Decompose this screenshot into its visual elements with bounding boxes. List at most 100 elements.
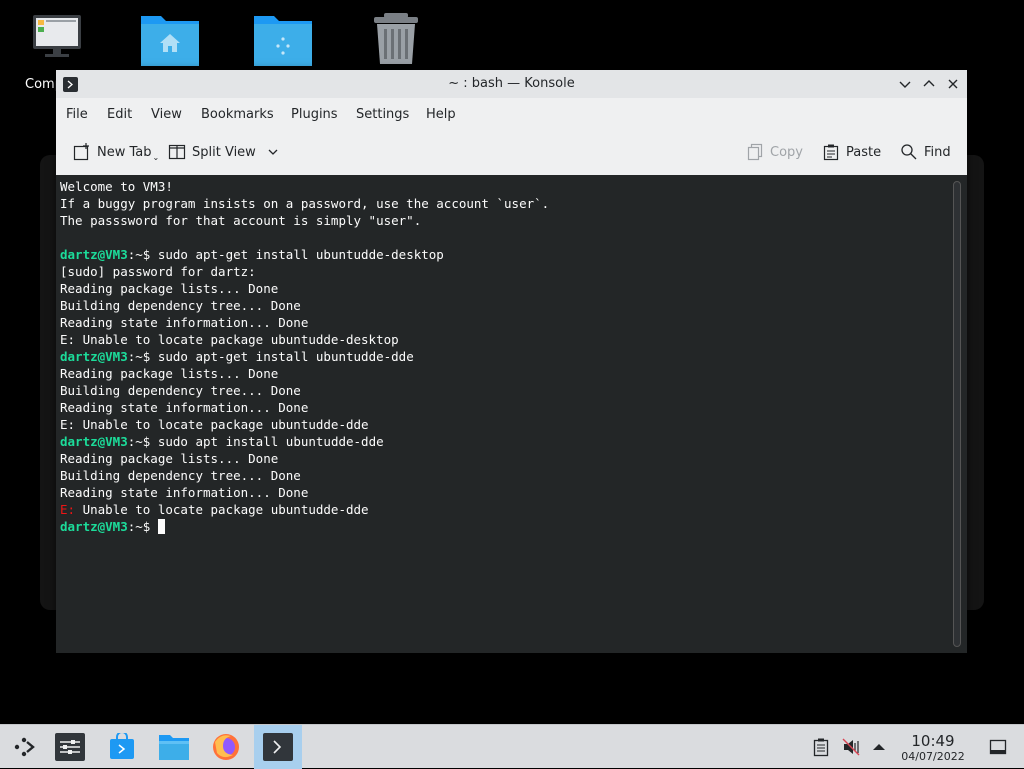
chevron-up-icon <box>923 80 935 87</box>
dropdown-indicator-icon: ⌄ <box>152 152 160 162</box>
terminal-output-line: [sudo] password for dartz: <box>60 263 549 280</box>
find-button[interactable]: Find <box>900 142 951 162</box>
paste-button[interactable]: Paste <box>822 142 881 162</box>
volume-muted-icon <box>842 738 860 756</box>
clock-time[interactable]: 10:49 <box>898 732 968 750</box>
desktop: Comp ~: bash — Konsole File Edit View B… <box>0 0 1024 724</box>
home-folder-icon <box>141 16 199 66</box>
application-launcher-button[interactable] <box>0 725 48 769</box>
clipboard-icon <box>813 738 829 757</box>
menu-file[interactable]: File <box>66 107 88 122</box>
prompt-path: :~ <box>127 349 143 364</box>
terminal-output-line: Reading state information... Done <box>60 399 549 416</box>
output-text: Reading package lists... Done <box>60 366 279 381</box>
konsole-icon <box>263 733 293 761</box>
output-text: Reading package lists... Done <box>60 281 279 296</box>
output-text: Reading state information... Done <box>60 315 309 330</box>
terminal-output-line: Reading package lists... Done <box>60 280 549 297</box>
terminal-output-line: The passsword for that account is simply… <box>60 212 549 229</box>
menu-plugins[interactable]: Plugins <box>291 107 338 122</box>
chevron-down-icon <box>899 81 911 88</box>
paste-icon <box>823 144 839 161</box>
output-text: E: Unable to locate package ubuntudde-de… <box>60 332 399 347</box>
output-text: If a buggy program insists on a password… <box>60 196 550 211</box>
terminal-scrollbar[interactable] <box>953 181 961 647</box>
clock-date[interactable]: 04/07/2022 <box>898 750 968 763</box>
menu-bar: File Edit View Bookmarks Plugins Setting… <box>56 100 967 128</box>
discover-store-icon <box>110 733 134 759</box>
menu-edit[interactable]: Edit <box>107 107 132 122</box>
terminal-output-line: Welcome to VM3! <box>60 178 549 195</box>
terminal-prompt-line: dartz@VM3:~$ sudo apt-get install ubuntu… <box>60 246 549 263</box>
terminal-output-line: Reading state information... Done <box>60 484 549 501</box>
new-tab-label: New Tab <box>97 144 152 160</box>
prompt-path: :~ <box>127 434 143 449</box>
maximize-button[interactable] <box>920 75 938 93</box>
terminal-output-line: Building dependency tree... Done <box>60 297 549 314</box>
terminal-prompt-line: dartz@VM3:~$ sudo apt install ubuntudde-… <box>60 433 549 450</box>
terminal-output-line: E: Unable to locate package ubuntudde-dd… <box>60 501 549 518</box>
output-text: Welcome to VM3! <box>60 179 173 194</box>
window-title: ~ : bash — Konsole <box>448 76 575 91</box>
command-text: sudo apt install ubuntudde-dde <box>150 434 384 449</box>
search-icon <box>901 144 917 160</box>
show-desktop-button[interactable] <box>988 737 1008 757</box>
output-text: Unable to locate package ubuntudde-dde <box>75 502 369 517</box>
split-view-label: Split View <box>192 144 256 160</box>
command-text: sudo apt-get install ubuntudde-dde <box>150 349 414 364</box>
trash-icon <box>374 13 418 64</box>
output-text: The passsword for that account is simply… <box>60 213 422 228</box>
paste-label: Paste <box>846 144 882 160</box>
firefox-icon <box>213 734 239 760</box>
system-settings-icon <box>55 733 85 761</box>
system-settings-button[interactable] <box>46 725 94 769</box>
terminal-output-line: Reading package lists... Done <box>60 365 549 382</box>
discover-store-button[interactable] <box>98 725 146 769</box>
show-hidden-tray-button[interactable] <box>869 737 889 757</box>
konsole-task-button[interactable] <box>254 725 302 769</box>
close-button[interactable] <box>944 75 962 93</box>
menu-help[interactable]: Help <box>426 107 456 122</box>
terminal-output-line: E: Unable to locate package ubuntudde-dd… <box>60 416 549 433</box>
minimize-button[interactable] <box>896 75 914 93</box>
terminal-output-line: Reading state information... Done <box>60 314 549 331</box>
dolphin-files-button[interactable] <box>150 725 198 769</box>
volume-tray-button[interactable] <box>841 737 861 757</box>
new-tab-button[interactable]: New Tab ⌄ <box>73 142 159 162</box>
taskbar: 10:49 04/07/2022 <box>0 724 1024 769</box>
prompt-user: dartz@VM3 <box>60 434 128 449</box>
computer-icon <box>33 15 81 57</box>
copy-button[interactable]: Copy <box>746 142 803 162</box>
split-view-icon <box>168 144 186 160</box>
firefox-button[interactable] <box>202 725 250 769</box>
prompt-path: :~ <box>127 247 143 262</box>
output-text: [sudo] password for dartz: <box>60 264 256 279</box>
terminal-view[interactable]: Welcome to VM3! If a buggy program insist… <box>56 175 967 653</box>
menu-settings[interactable]: Settings <box>356 107 409 122</box>
menu-view[interactable]: View <box>151 107 182 122</box>
arrow-up-icon <box>873 744 885 750</box>
menu-bookmarks[interactable]: Bookmarks <box>201 107 274 122</box>
output-text: Reading state information... Done <box>60 485 309 500</box>
terminal-output-line: Building dependency tree... Done <box>60 382 549 399</box>
title-bar[interactable]: ~ : bash — Konsole <box>56 70 967 98</box>
konsole-window: ~ : bash — Konsole File Edit View Bookma… <box>56 70 967 653</box>
new-tab-icon <box>73 143 89 161</box>
terminal-output-line: Building dependency tree... Done <box>60 467 549 484</box>
command-text: sudo apt-get install ubuntudde-desktop <box>150 247 444 262</box>
chevron-down-icon <box>268 149 278 155</box>
toolbar: New Tab ⌄ Split View Copy Paste Find <box>56 134 967 170</box>
output-text: Building dependency tree... Done <box>60 298 301 313</box>
terminal-prompt-line: dartz@VM3:~$ <box>60 518 549 535</box>
network-folder-icon <box>254 16 312 66</box>
output-text: Reading state information... Done <box>60 400 309 415</box>
split-view-button[interactable]: Split View <box>168 142 286 162</box>
terminal-output: Welcome to VM3! If a buggy program insist… <box>60 178 549 535</box>
output-text: Building dependency tree... Done <box>60 468 301 483</box>
output-text: Reading package lists... Done <box>60 451 279 466</box>
clipboard-tray-button[interactable] <box>811 737 831 757</box>
copy-label: Copy <box>770 144 803 160</box>
prompt-user: dartz@VM3 <box>60 349 128 364</box>
terminal-output-line: Reading package lists... Done <box>60 450 549 467</box>
